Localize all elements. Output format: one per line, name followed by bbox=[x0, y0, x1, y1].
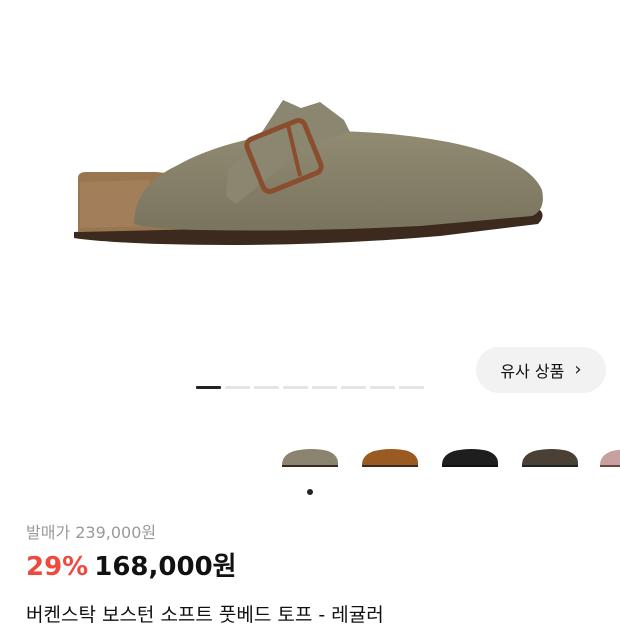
pagination-segment[interactable] bbox=[254, 386, 279, 389]
product-image-gallery[interactable]: 유사 상품 › bbox=[0, 0, 620, 420]
pagination-segment[interactable] bbox=[225, 386, 250, 389]
pagination-segment[interactable] bbox=[196, 386, 221, 389]
chevron-right-icon: › bbox=[574, 359, 582, 380]
color-option-black[interactable] bbox=[438, 435, 502, 475]
discount-rate: 29% bbox=[26, 552, 89, 582]
product-title: 버켄스탁 보스턴 소프트 풋베드 토프 - 레귤러 bbox=[26, 604, 384, 626]
pagination-segment[interactable] bbox=[399, 386, 424, 389]
pagination-segment[interactable] bbox=[283, 386, 308, 389]
similar-products-label: 유사 상품 bbox=[500, 362, 565, 381]
pagination-segment[interactable] bbox=[312, 386, 337, 389]
similar-products-button[interactable]: 유사 상품 › bbox=[476, 347, 606, 393]
gallery-pagination bbox=[196, 386, 424, 389]
selected-color-indicator bbox=[307, 489, 313, 495]
original-price: 발매가 239,000원 bbox=[26, 523, 157, 542]
price-row: 29% 168,000원 bbox=[26, 546, 237, 583]
color-option-tobacco[interactable] bbox=[358, 435, 422, 475]
sale-price: 168,000원 bbox=[94, 552, 237, 582]
color-option-taupe[interactable] bbox=[278, 435, 342, 475]
pagination-segment[interactable] bbox=[370, 386, 395, 389]
pagination-segment[interactable] bbox=[341, 386, 366, 389]
color-option-list bbox=[278, 435, 620, 475]
color-option-pink[interactable] bbox=[596, 435, 620, 475]
color-option-mocha[interactable] bbox=[518, 435, 582, 475]
